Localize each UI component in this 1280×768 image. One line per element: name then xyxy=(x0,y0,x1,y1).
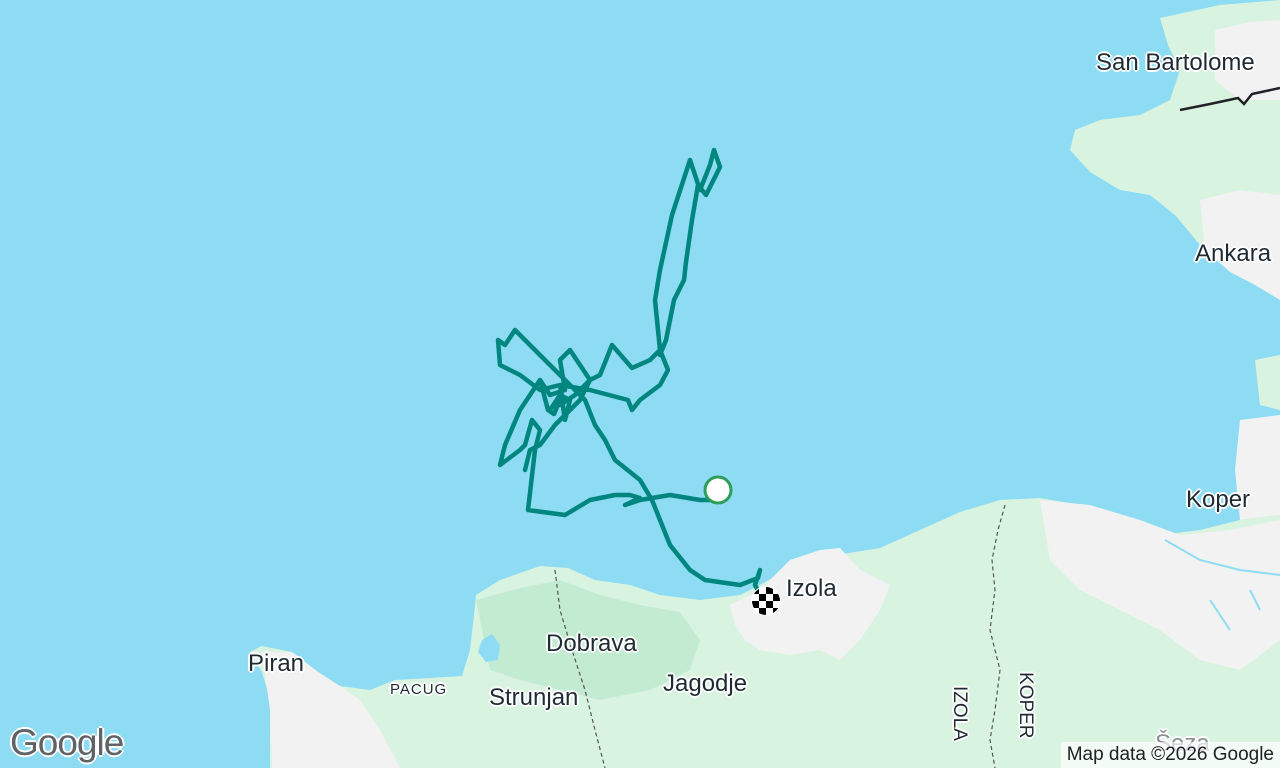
label-pacug: PACUG xyxy=(390,681,448,698)
label-izola-road: IZOLA xyxy=(949,686,970,741)
label-piran: Piran xyxy=(248,650,305,677)
map-canvas xyxy=(0,0,1280,768)
start-marker[interactable] xyxy=(703,475,733,505)
label-strunjan: Strunjan xyxy=(489,684,579,711)
label-san-bartolomeo: San Bartolome xyxy=(1096,49,1255,76)
label-jagodje: Jagodje xyxy=(663,670,748,697)
label-izola: Izola xyxy=(786,575,837,602)
google-logo: Google xyxy=(10,722,124,763)
map-attribution[interactable]: Map data ©2026 Google xyxy=(1060,742,1280,768)
label-dobrava: Dobrava xyxy=(546,630,637,657)
finish-marker[interactable] xyxy=(751,586,781,616)
label-koper: Koper xyxy=(1186,486,1251,513)
label-ankaran: Ankara xyxy=(1195,240,1272,267)
label-koper-road: KOPER xyxy=(1015,672,1036,739)
map-view[interactable]: San Bartolome Ankara Koper Izola Dobrava… xyxy=(0,0,1280,768)
